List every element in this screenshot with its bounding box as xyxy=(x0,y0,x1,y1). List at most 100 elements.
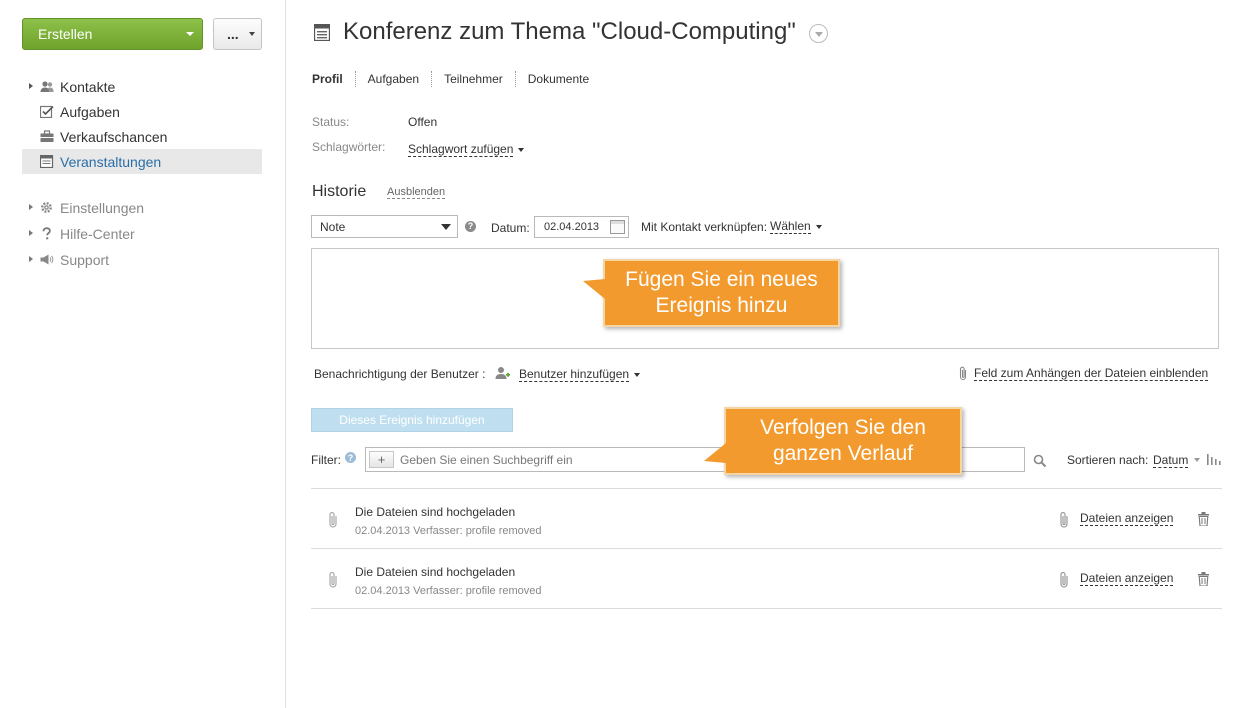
calendar-icon xyxy=(314,24,330,41)
tab-profile[interactable]: Profil xyxy=(312,71,356,87)
status-label: Status: xyxy=(312,115,350,129)
add-event-button[interactable]: Dieses Ereignis hinzufügen xyxy=(311,408,513,432)
help-icon[interactable]: ? xyxy=(465,221,476,232)
filter-placeholder: Geben Sie einen Suchbegriff ein xyxy=(400,453,573,467)
title-dropdown-icon[interactable] xyxy=(809,24,828,43)
main-content: Konferenz zum Thema "Cloud-Computing" Pr… xyxy=(287,0,1240,708)
search-icon[interactable] xyxy=(1033,454,1047,468)
chevron-down-icon xyxy=(518,147,525,152)
add-tag-link[interactable]: Schlagwort zufügen xyxy=(408,142,525,157)
callout-text: Verfolgen Sie den ganzen Verlauf xyxy=(760,416,926,465)
chevron-down-icon xyxy=(815,224,822,229)
contact-select-label: Wählen xyxy=(770,219,811,234)
entry-meta: 02.04.2013 Verfasser: profile removed xyxy=(355,585,542,597)
expand-arrow-icon[interactable] xyxy=(29,256,33,262)
contacts-icon xyxy=(40,81,54,92)
tab-tasks[interactable]: Aufgaben xyxy=(356,71,433,87)
sidebar-item-opportunities[interactable]: Verkaufschancen xyxy=(22,124,262,149)
sidebar: Erstellen ... Kontakte Aufgaben Verkaufs… xyxy=(0,0,286,708)
more-actions-button[interactable]: ... xyxy=(213,18,262,50)
sidebar-item-label: Einstellungen xyxy=(60,200,145,216)
expand-arrow-icon[interactable] xyxy=(29,83,33,89)
paperclip-icon xyxy=(329,511,337,528)
history-list: Die Dateien sind hochgeladen 02.04.2013 … xyxy=(311,488,1222,609)
chevron-down-icon xyxy=(249,32,255,36)
trash-icon[interactable] xyxy=(1198,512,1209,526)
sort-value: Datum xyxy=(1153,453,1189,468)
sidebar-item-events[interactable]: Veranstaltungen xyxy=(22,149,262,174)
paperclip-icon xyxy=(1060,571,1068,588)
tab-bar: Profil Aufgaben Teilnehmer Dokumente xyxy=(312,71,601,87)
sort-order-icon[interactable] xyxy=(1207,454,1221,465)
sidebar-item-label: Verkaufschancen xyxy=(60,128,168,145)
question-icon xyxy=(42,227,51,240)
contact-link-label: Mit Kontakt verknüpfen: xyxy=(641,220,768,234)
chevron-down-icon[interactable] xyxy=(1194,458,1200,462)
calendar-picker-icon[interactable] xyxy=(610,220,625,234)
add-user-link[interactable]: Benutzer hinzufügen xyxy=(519,367,641,382)
more-actions-label: ... xyxy=(227,26,239,42)
filter-help-icon[interactable]: ? xyxy=(345,452,356,463)
callout-text: Fügen Sie ein neues Ereignis hinzu xyxy=(625,268,818,317)
status-value: Offen xyxy=(408,115,438,129)
calendar-icon xyxy=(40,155,54,168)
paperclip-icon xyxy=(1060,511,1068,528)
date-value: 02.04.2013 xyxy=(544,221,600,233)
sort-label: Sortieren nach: xyxy=(1067,453,1149,467)
create-button-label: Erstellen xyxy=(38,26,93,42)
history-title: Historie xyxy=(312,183,367,200)
hide-history-link[interactable]: Ausblenden xyxy=(387,186,446,199)
sidebar-item-label: Kontakte xyxy=(60,78,116,95)
sidebar-item-settings[interactable]: Einstellungen xyxy=(22,195,262,221)
sidebar-item-label: Veranstaltungen xyxy=(60,153,162,170)
entry-title: Die Dateien sind hochgeladen xyxy=(355,505,516,519)
filter-label: Filter: xyxy=(311,453,341,467)
sidebar-item-help-center[interactable]: Hilfe-Center xyxy=(22,221,262,247)
sidebar-item-label: Hilfe-Center xyxy=(60,226,135,242)
add-filter-button[interactable]: + xyxy=(369,451,394,468)
callout-add-event: Fügen Sie ein neues Ereignis hinzu xyxy=(583,259,840,327)
sidebar-item-label: Support xyxy=(60,252,110,268)
show-files-link[interactable]: Dateien anzeigen xyxy=(1080,572,1174,586)
history-entry: Die Dateien sind hochgeladen 02.04.2013 … xyxy=(311,549,1222,609)
briefcase-icon xyxy=(40,130,54,142)
chevron-down-icon xyxy=(441,224,451,230)
notify-users-label: Benachrichtigung der Benutzer : xyxy=(314,367,486,381)
show-attachments-label: Feld zum Anhängen der Dateien einblenden xyxy=(974,366,1209,381)
sort-select[interactable]: Datum xyxy=(1153,453,1189,468)
primary-nav: Kontakte Aufgaben Verkaufschancen Verans… xyxy=(22,74,262,174)
paperclip-icon xyxy=(329,571,337,588)
tags-label: Schlagwörter: xyxy=(312,140,386,154)
date-label: Datum: xyxy=(491,221,530,235)
chevron-down-icon xyxy=(186,32,194,36)
expand-arrow-icon[interactable] xyxy=(29,204,33,210)
gear-icon xyxy=(41,202,52,213)
event-type-select[interactable]: Note xyxy=(311,215,458,238)
create-button[interactable]: Erstellen xyxy=(22,18,203,50)
sidebar-item-support[interactable]: Support xyxy=(22,247,262,273)
chevron-down-icon xyxy=(634,372,641,377)
sidebar-item-label: Aufgaben xyxy=(60,103,120,120)
page-title: Konferenz zum Thema "Cloud-Computing" xyxy=(343,18,796,45)
date-field[interactable]: 02.04.2013 xyxy=(534,216,629,238)
sidebar-item-contacts[interactable]: Kontakte xyxy=(22,74,262,99)
tasks-icon xyxy=(40,105,54,118)
event-type-value: Note xyxy=(320,219,346,234)
callout-follow-history: Verfolgen Sie den ganzen Verlauf xyxy=(704,407,962,475)
entry-title: Die Dateien sind hochgeladen xyxy=(355,565,516,579)
entry-meta: 02.04.2013 Verfasser: profile removed xyxy=(355,525,542,537)
add-user-icon[interactable] xyxy=(495,366,511,380)
tab-participants[interactable]: Teilnehmer xyxy=(432,71,516,87)
sidebar-item-tasks[interactable]: Aufgaben xyxy=(22,99,262,124)
contact-select[interactable]: Wählen xyxy=(770,219,822,234)
secondary-nav: Einstellungen Hilfe-Center Support xyxy=(22,195,262,273)
paperclip-icon xyxy=(959,366,967,381)
add-user-label: Benutzer hinzufügen xyxy=(519,367,630,382)
show-attachments-link[interactable]: Feld zum Anhängen der Dateien einblenden xyxy=(958,366,1209,381)
show-files-link[interactable]: Dateien anzeigen xyxy=(1080,512,1174,526)
expand-arrow-icon[interactable] xyxy=(29,230,33,236)
history-entry: Die Dateien sind hochgeladen 02.04.2013 … xyxy=(311,489,1222,549)
add-tag-label: Schlagwort zufügen xyxy=(408,142,514,157)
tab-documents[interactable]: Dokumente xyxy=(516,71,601,87)
trash-icon[interactable] xyxy=(1198,572,1209,586)
